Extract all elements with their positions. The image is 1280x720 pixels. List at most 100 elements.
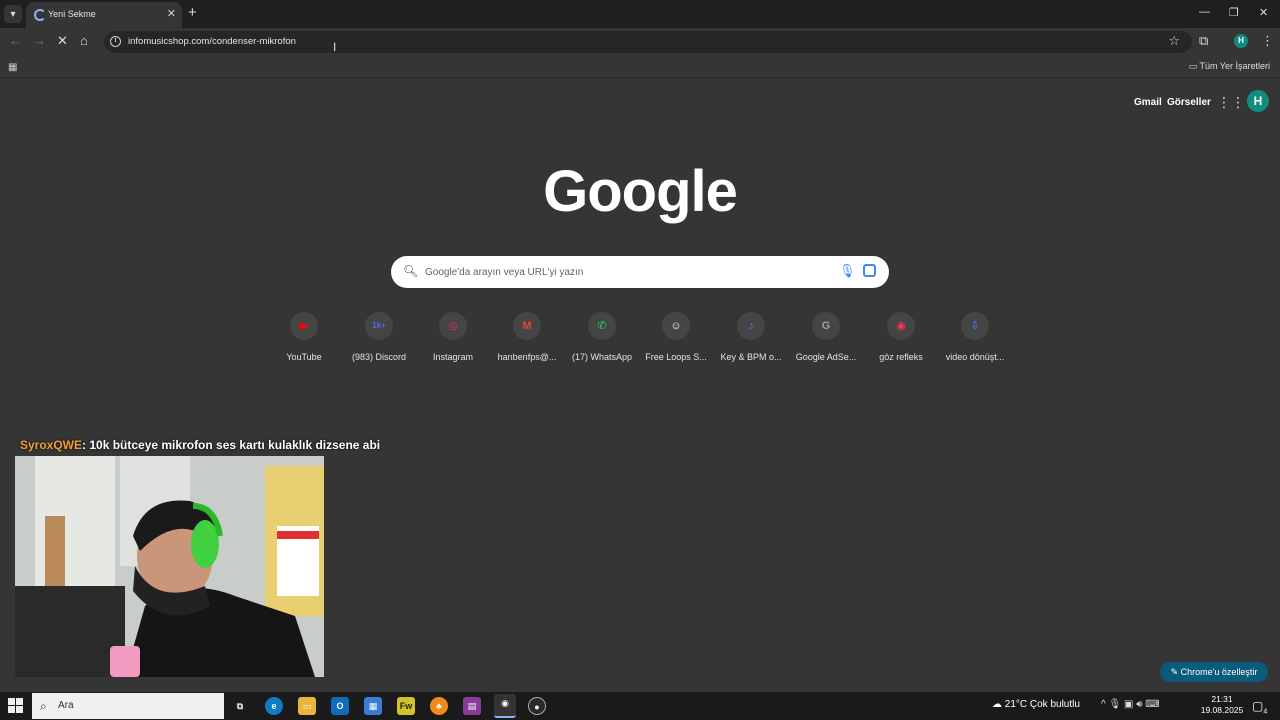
taskbar-search[interactable]: ⌕ Ara	[32, 693, 224, 719]
chrome-icon[interactable]: ◉	[494, 694, 516, 718]
weather-widget[interactable]: ☁ 21°C Çok bulutlu	[992, 699, 1080, 710]
all-bookmarks-button[interactable]: ▭ Tüm Yer İşaretleri	[1189, 61, 1270, 72]
voice-search-icon[interactable]: 🎙︎	[839, 263, 856, 279]
start-button[interactable]	[8, 698, 24, 714]
images-link[interactable]: Görseller	[1167, 97, 1211, 108]
cloud-icon: ☁	[992, 699, 1005, 710]
tab-strip: ▾ Yeni Sekme ✕ + — ❐ ✕	[0, 0, 1280, 28]
folder-icon: ▭	[1188, 61, 1200, 71]
chat-text: : 10k bütceye mikrofon ses kartı kulaklı…	[82, 438, 381, 452]
search-icon: ⌕	[40, 699, 47, 713]
store-icon[interactable]: ▦	[364, 697, 382, 715]
shortcut-label: Google AdSe...	[795, 352, 857, 362]
file-explorer-icon[interactable]: ▭	[298, 697, 316, 715]
shortcut-label: video dönüşt...	[945, 352, 1005, 362]
fireworks-icon[interactable]: Fw	[397, 697, 415, 715]
shortcut-label: hanbenfps@...	[497, 352, 557, 362]
address-bar[interactable]: i infomusicshop.com/condenser-mikrofon ☆	[104, 31, 1192, 53]
google-lens-icon[interactable]	[863, 264, 876, 277]
shortcut-tile[interactable]: Mhanbenfps@...	[491, 310, 563, 370]
back-button[interactable]: ←	[9, 33, 22, 48]
gmail-link[interactable]: Gmail	[1134, 97, 1162, 108]
search-icon: 🔍︎	[403, 264, 419, 278]
system-tray[interactable]: ^ 🎙︎ ▣ 🔊︎ ⌨	[1101, 699, 1160, 710]
shortcut-tile[interactable]: ☺ Free Loops S...	[640, 310, 712, 370]
clock-time: 21:31	[1211, 694, 1233, 704]
customize-label: Chrome'u özelleştir	[1180, 667, 1258, 677]
notification-count: 4	[1263, 708, 1268, 716]
windows-taskbar: ⌕ Ara ⧉ e ▭ O ▦ Fw ♣ ▤ ◉ ● ☁ 21°C Çok bu…	[0, 692, 1280, 720]
adsense-icon: G	[812, 312, 840, 340]
outlook-icon[interactable]: O	[331, 697, 349, 715]
bookmarks-bar: ▦ ▭ Tüm Yer İşaretleri	[0, 56, 1280, 78]
minimize-button[interactable]: —	[1199, 6, 1210, 18]
keyboard-icon[interactable]: ⌨	[1145, 699, 1159, 710]
tab-new-tab[interactable]: Yeni Sekme ✕	[26, 2, 182, 28]
tab-search-button[interactable]: ▾	[4, 5, 22, 23]
task-view-icon[interactable]: ⧉	[231, 697, 249, 715]
pencil-icon: ✎	[1170, 667, 1181, 677]
new-tab-button[interactable]: +	[188, 5, 197, 21]
search-box[interactable]: 🔍︎ 🎙︎	[391, 256, 889, 288]
shortcut-tile[interactable]: ▶ YouTube	[268, 310, 340, 370]
shortcut-label: (983) Discord	[351, 352, 407, 362]
shortcut-label: göz refleks	[879, 352, 923, 362]
shortcut-tile[interactable]: ✆ (17) WhatsApp	[566, 310, 638, 370]
obs-icon[interactable]: ●	[528, 697, 546, 715]
network-icon[interactable]: ▣	[1124, 699, 1133, 710]
stream-chat-message: SyroxQWE: 10k bütceye mikrofon ses kartı…	[20, 438, 380, 452]
clock-date: 19.08.2025	[1200, 705, 1244, 715]
menu-kebab-icon[interactable]: ⋮	[1261, 33, 1274, 49]
shortcut-tile[interactable]: ♪ Key & BPM o...	[715, 310, 787, 370]
whatsapp-icon: ✆	[588, 312, 616, 340]
video-convert-icon: ⇩	[961, 312, 989, 340]
webcam-overlay	[15, 456, 324, 677]
freeloops-icon: ☺	[662, 312, 690, 340]
winrar-icon[interactable]: ▤	[463, 697, 481, 715]
shortcut-label: Free Loops S...	[645, 352, 707, 362]
key-bpm-icon: ♪	[737, 312, 765, 340]
close-tab-icon[interactable]: ✕	[167, 7, 176, 20]
microphone-icon[interactable]: 🎙︎	[1108, 699, 1121, 710]
loading-spinner-icon	[34, 9, 46, 21]
site-info-icon[interactable]: i	[110, 36, 121, 47]
customize-chrome-button[interactable]: ✎ Chrome'u özelleştir	[1160, 662, 1268, 682]
restore-button[interactable]: ❐	[1229, 6, 1239, 19]
chat-username: SyroxQWE	[20, 438, 83, 452]
close-window-button[interactable]: ✕	[1259, 6, 1268, 19]
clock[interactable]: 21:31 19.08.2025	[1198, 694, 1246, 716]
shortcut-label: Instagram	[432, 352, 474, 362]
account-avatar[interactable]: H	[1247, 90, 1269, 112]
home-button[interactable]: ⌂	[80, 33, 88, 48]
extensions-icon[interactable]: ⧉	[1199, 33, 1208, 49]
shortcut-tile[interactable]: ◎ Instagram	[417, 310, 489, 370]
shortcut-label: (17) WhatsApp	[571, 352, 633, 362]
weather-text: 21°C Çok bulutlu	[1004, 699, 1080, 710]
apps-grid-icon[interactable]: ▦	[8, 62, 17, 73]
instagram-icon: ◎	[439, 312, 467, 340]
taskbar-search-label: Ara	[58, 700, 74, 711]
shortcut-tile[interactable]: G Google AdSe...	[790, 310, 862, 370]
search-input[interactable]	[425, 262, 815, 282]
webcam-scene	[15, 456, 324, 677]
shortcut-label: Key & BPM o...	[720, 352, 782, 362]
gmail-icon: M	[513, 312, 541, 340]
edge-icon[interactable]: e	[265, 697, 283, 715]
chevron-up-icon[interactable]: ^	[1101, 699, 1106, 710]
shortcut-tile[interactable]: ◉ göz refleks	[865, 310, 937, 370]
bookmark-star-icon[interactable]: ☆	[1168, 33, 1180, 49]
shortcut-tile[interactable]: ⇩ video dönüşt...	[939, 310, 1011, 370]
goz-refleks-icon: ◉	[887, 312, 915, 340]
discord-icon: 1k+	[365, 312, 393, 340]
google-logo: Google	[543, 159, 738, 224]
profile-icon[interactable]: H	[1234, 34, 1248, 48]
volume-icon[interactable]: 🔊︎	[1136, 699, 1142, 710]
fl-studio-icon[interactable]: ♣	[430, 697, 448, 715]
tab-title: Yeni Sekme	[48, 9, 96, 19]
forward-button[interactable]: →	[33, 33, 46, 48]
stop-button[interactable]: ✕	[57, 33, 68, 49]
all-bookmarks-label: Tüm Yer İşaretleri	[1199, 61, 1270, 71]
shortcut-label: YouTube	[286, 352, 322, 362]
shortcut-tile[interactable]: 1k+ (983) Discord	[343, 310, 415, 370]
notification-center-icon[interactable]: ▢4	[1252, 699, 1267, 715]
